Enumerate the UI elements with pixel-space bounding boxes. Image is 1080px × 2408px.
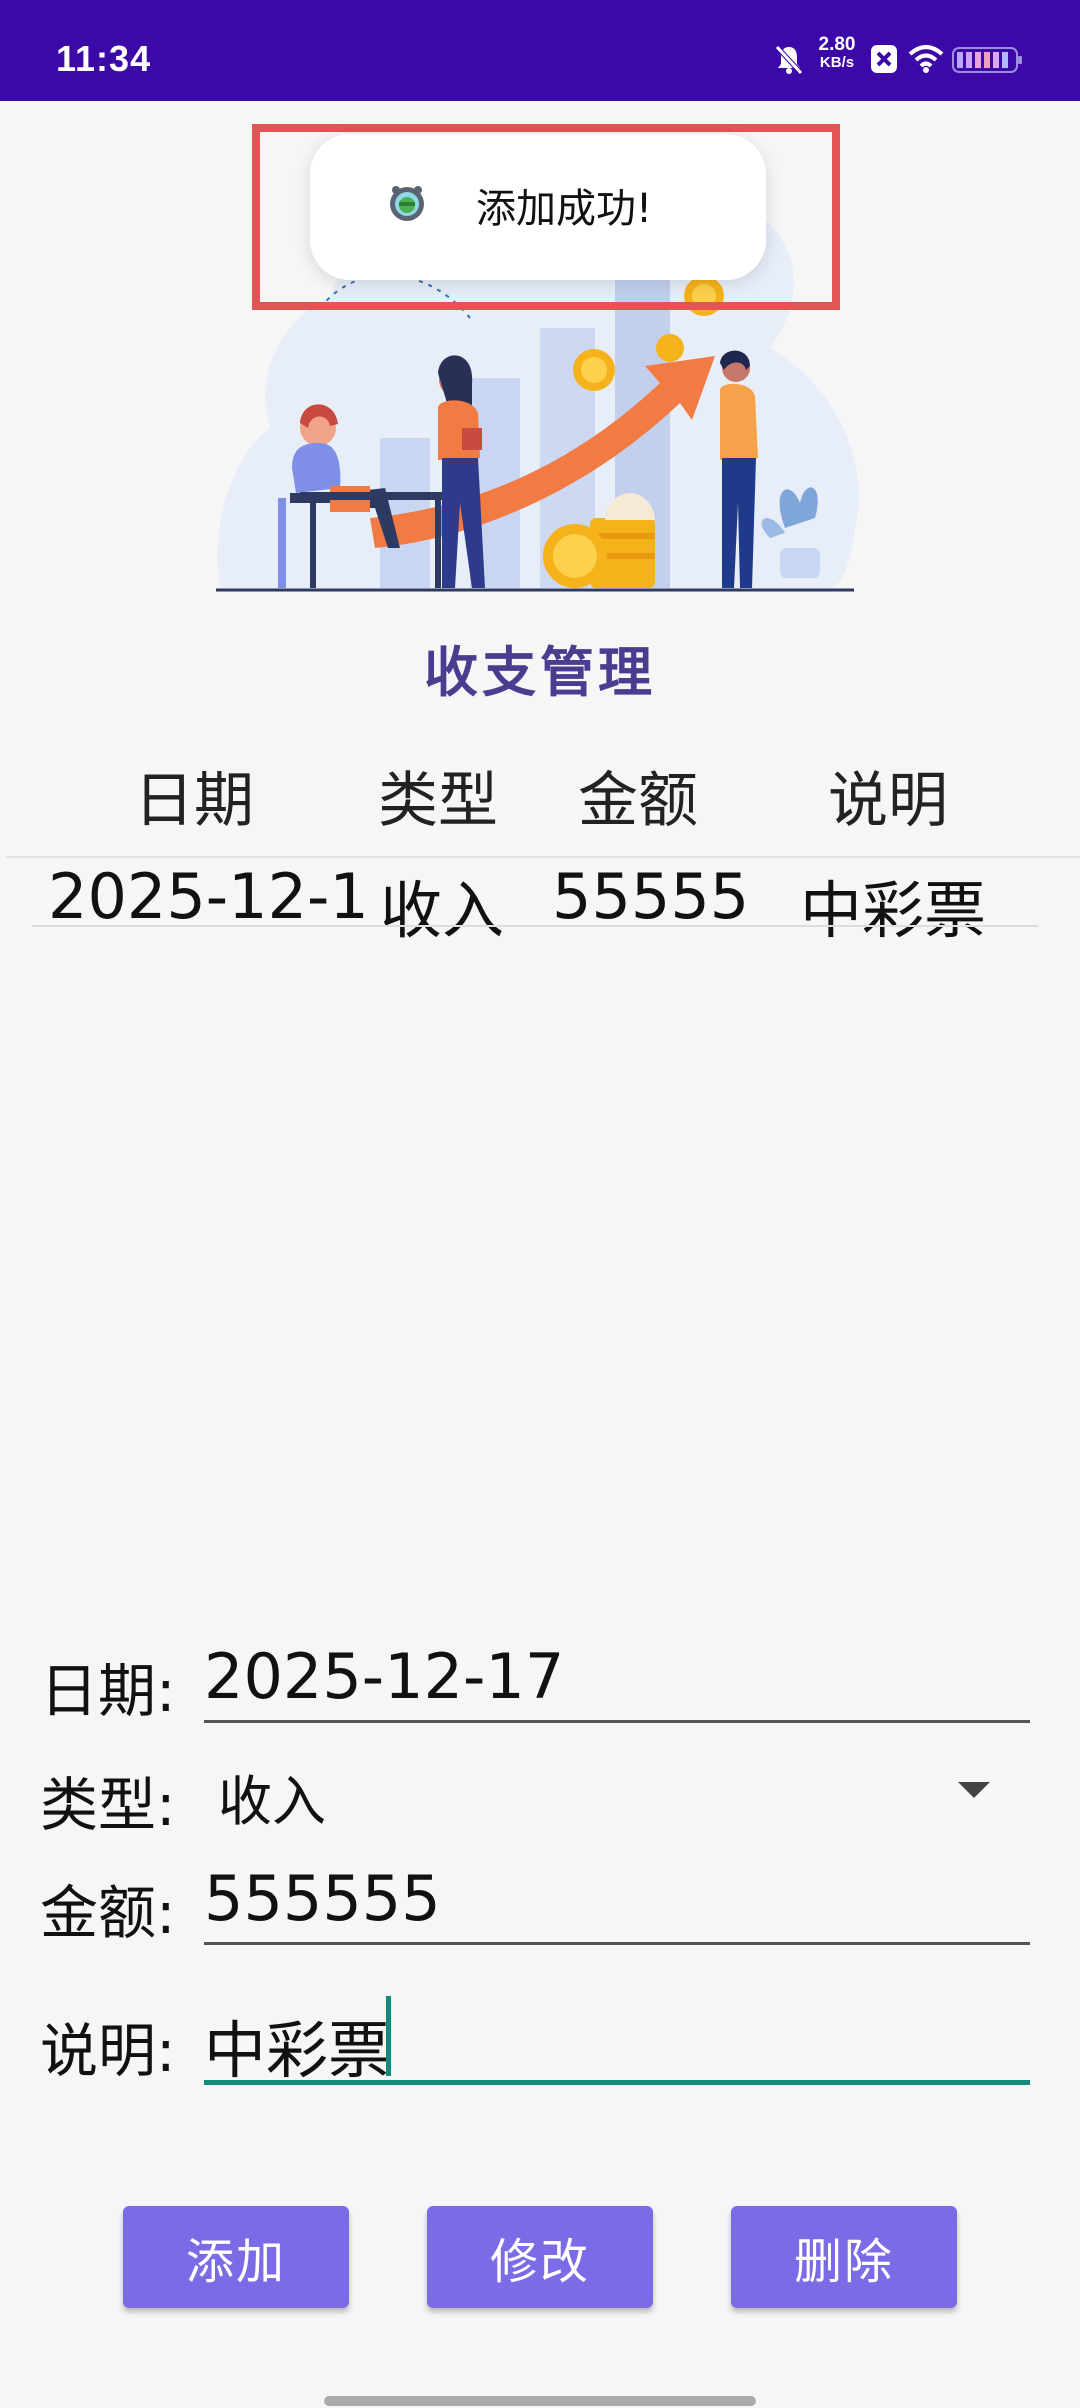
net-speed: 2.80 KB/s (812, 34, 862, 72)
battery-icon (952, 47, 1022, 73)
header-divider (6, 856, 1080, 858)
date-label: 日期: (40, 1657, 176, 1725)
cell-type: 收入 (380, 874, 505, 947)
mute-bell-icon (775, 45, 803, 75)
amount-field[interactable]: 555555 (204, 1862, 441, 1935)
gesture-nav-handle[interactable] (324, 2396, 756, 2406)
type-spinner-value: 收入 (218, 1770, 326, 1833)
amount-field-underline (204, 1942, 1030, 1945)
amount-label: 金额: (40, 1879, 176, 1947)
status-time: 11:34 (56, 38, 152, 79)
dropdown-arrow-icon (958, 1782, 990, 1798)
type-label: 类型: (40, 1771, 176, 1839)
column-header-type: 类型 (378, 766, 498, 836)
wifi-icon (908, 45, 944, 73)
column-header-note: 说明 (828, 766, 948, 836)
net-speed-value: 2.80 (818, 34, 856, 55)
add-button[interactable]: 添加 (123, 2206, 349, 2308)
cell-date: 2025-12-1 (48, 860, 369, 933)
toast-message: 添加成功! (476, 186, 653, 232)
column-header-amount: 金额 (578, 766, 698, 836)
date-field-underline (204, 1720, 1030, 1723)
cell-amount: 55555 (552, 860, 750, 933)
net-speed-unit: KB/s (819, 54, 855, 71)
status-bar: 11:34 2.80 KB/s (0, 0, 1080, 101)
note-field-underline (204, 2080, 1030, 2085)
column-header-date: 日期 (134, 766, 254, 836)
note-field[interactable]: 中彩票 (204, 2000, 390, 2090)
app-screen: 11:34 2.80 KB/s 添加成功! 收支管理 日期 类型 金额 说明 2… (0, 0, 1080, 2408)
status-icons: 2.80 KB/s (774, 35, 1024, 80)
app-icon (390, 186, 424, 221)
row-divider (32, 925, 1038, 927)
page-title: 收支管理 (424, 641, 656, 704)
date-field[interactable]: 2025-12-17 (204, 1640, 564, 1713)
delete-button[interactable]: 删除 (731, 2206, 957, 2308)
toast: 添加成功! (310, 134, 766, 280)
cell-note: 中彩票 (800, 874, 987, 947)
text-cursor (386, 1996, 391, 2076)
note-label: 说明: (40, 2017, 176, 2085)
close-box-icon (871, 45, 897, 73)
edit-button[interactable]: 修改 (427, 2206, 653, 2308)
